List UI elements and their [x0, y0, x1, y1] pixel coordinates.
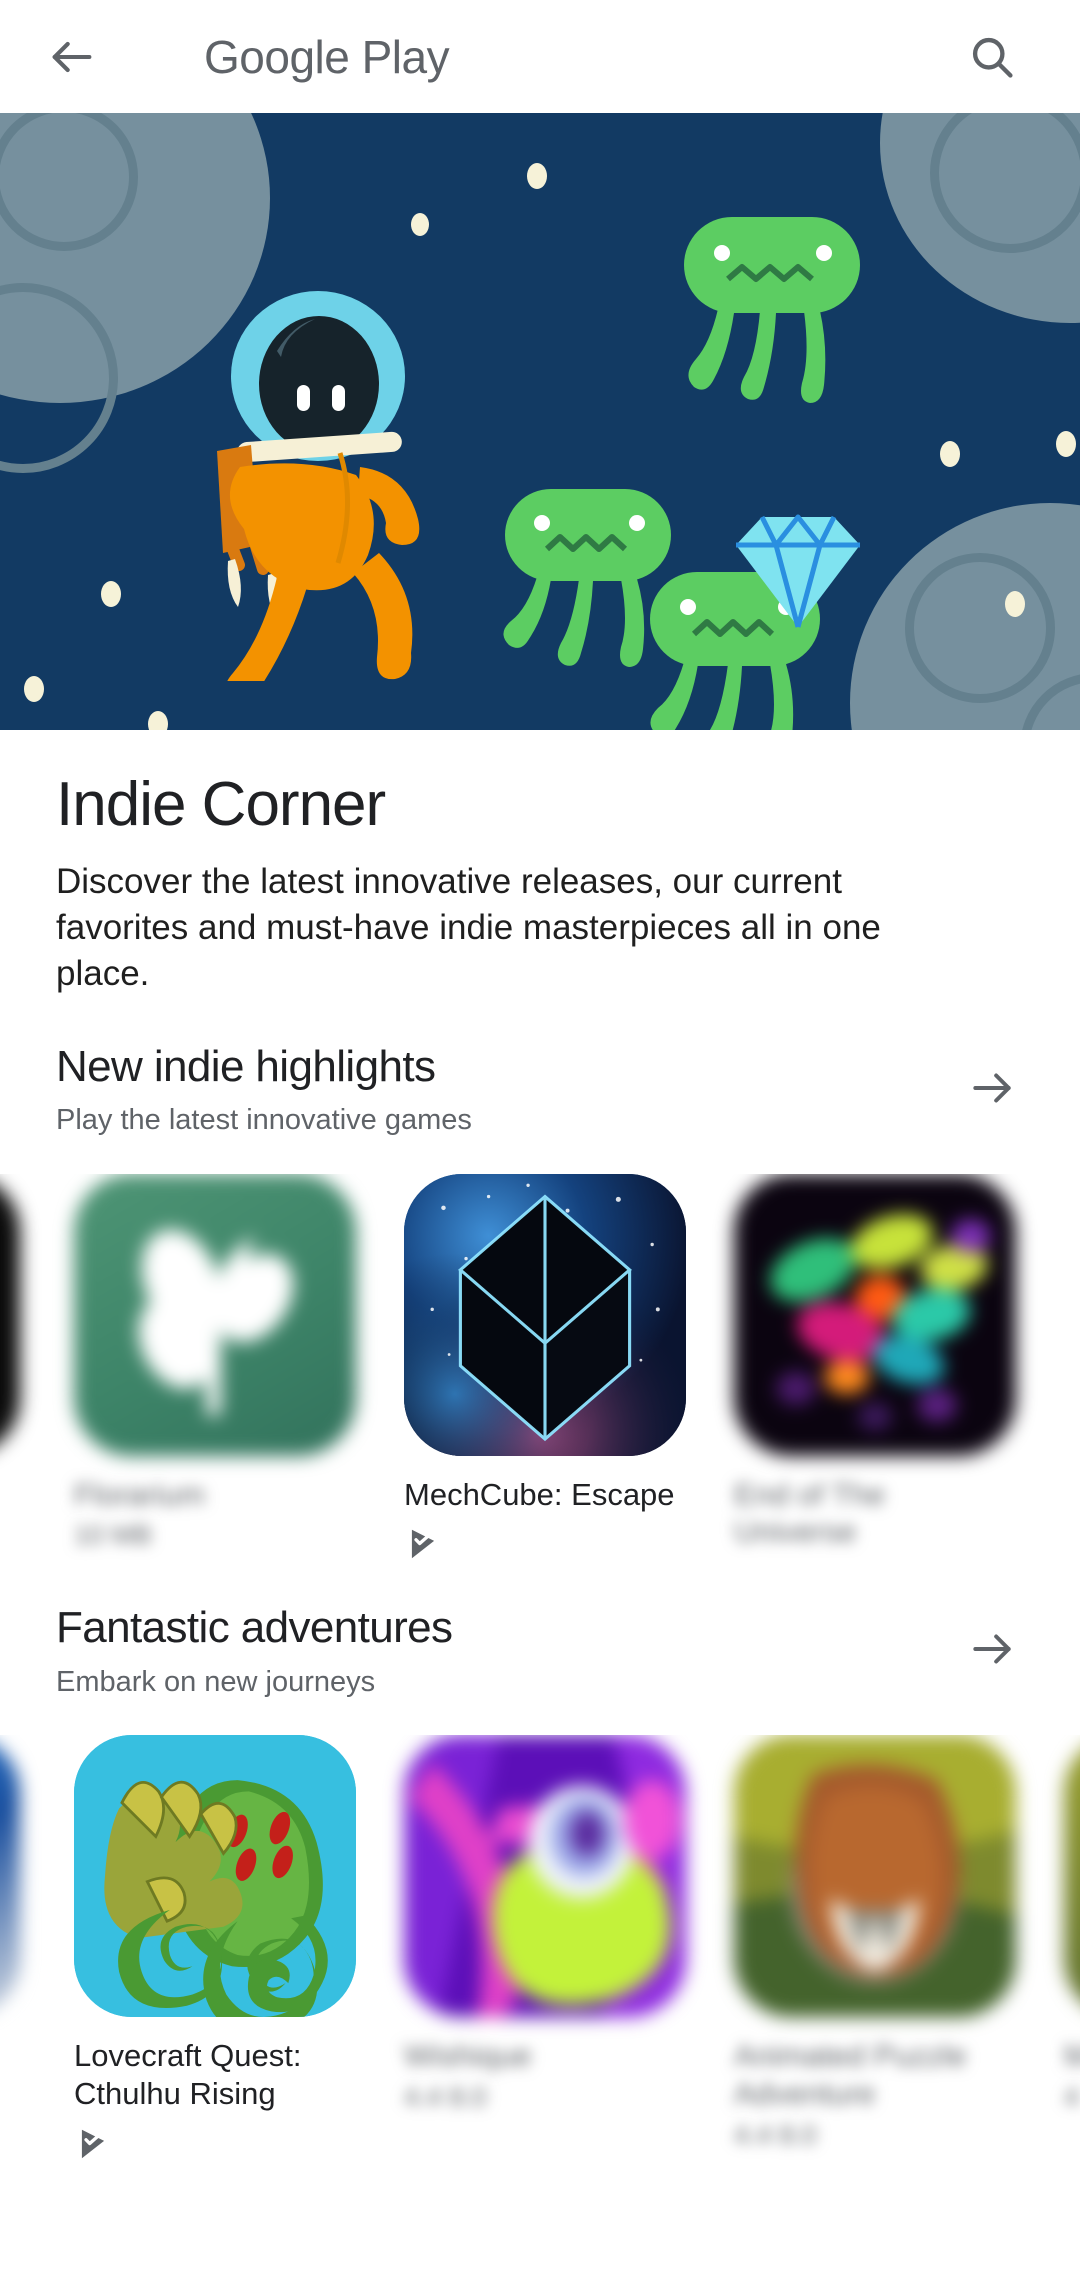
crater-icon [905, 553, 1055, 703]
section-subtitle: Embark on new journeys [56, 1666, 376, 1698]
section-subtitle: Play the latest innovative games [56, 1104, 472, 1137]
app-label: MechCube: Escape [404, 1476, 675, 1512]
app-card[interactable]: Florarium 10 MB [74, 1173, 356, 1554]
app-icon[interactable] [74, 1735, 356, 2018]
app-label: Wishique [404, 2038, 532, 2074]
arrow-right-icon[interactable] [960, 1056, 1024, 1120]
jellyfish-illustration [672, 213, 872, 423]
app-card[interactable] [0, 1735, 20, 2043]
app-label: End of The Universe [734, 1476, 886, 1550]
section-header-new-indie-highlights[interactable]: New indie highlights Play the latest inn… [0, 998, 1080, 1138]
star-icon [1056, 431, 1076, 457]
page-title-appbar: Google Play [204, 30, 450, 83]
star-icon [1005, 591, 1025, 617]
app-label: M [1064, 2038, 1080, 2074]
app-label: Lovecraft Quest: Cthulhu Rising [74, 2038, 302, 2112]
search-icon[interactable] [956, 21, 1028, 93]
diamond-icon [728, 511, 868, 631]
app-meta: 4.4 8.0 [404, 2082, 487, 2113]
star-icon [411, 213, 429, 236]
app-icon[interactable] [404, 1173, 686, 1456]
app-icon[interactable] [0, 1735, 20, 2018]
star-icon [527, 163, 547, 189]
astronaut-illustration [185, 281, 485, 700]
section-title: New indie highlights [56, 1041, 436, 1091]
arrow-right-icon[interactable] [960, 1617, 1024, 1681]
section-title: Fantastic adventures [56, 1603, 453, 1653]
app-icon[interactable] [404, 1735, 686, 2018]
app-label: Animated Puzzle Adventure [734, 2038, 967, 2112]
app-card-mechcube-escape[interactable]: MechCube: Escape [404, 1173, 686, 1564]
star-icon [101, 581, 121, 607]
app-card-lovecraft-quest[interactable]: Lovecraft Quest: Cthulhu Rising [74, 1735, 356, 2163]
app-carousel-new-indie-highlights[interactable]: Florarium 10 MB MechCube: Escape End of … [0, 1173, 1080, 1564]
page-title: Indie Corner [56, 770, 386, 839]
app-icon[interactable] [734, 1173, 1016, 1456]
page-description: Discover the latest innovative releases,… [56, 862, 881, 994]
app-card[interactable]: Wishique 4.4 8.0 [404, 1735, 686, 2115]
section-header-texts: Fantastic adventures Embark on new journ… [56, 1603, 453, 1699]
app-card[interactable]: End of The Universe [734, 1173, 1016, 1558]
page-content: Indie Corner Discover the latest innovat… [0, 730, 1080, 2163]
app-carousel-fantastic-adventures[interactable]: Lovecraft Quest: Cthulhu Rising Wishique… [0, 1735, 1080, 2163]
play-pass-badge-icon [74, 2125, 112, 2163]
play-pass-badge-icon [404, 1525, 442, 1563]
app-label: Florarium [74, 1476, 205, 1512]
app-icon[interactable] [1064, 1735, 1080, 2018]
app-icon[interactable] [0, 1173, 20, 1456]
app-icon[interactable] [74, 1173, 356, 1456]
app-meta: 4 [1064, 2082, 1080, 2113]
app-meta: 4.4 8.0 [734, 2119, 817, 2150]
star-icon [24, 676, 44, 702]
app-card[interactable]: Animated Puzzle Adventure 4.4 8.0 [734, 1735, 1016, 2152]
hero-banner [0, 113, 1080, 730]
section-header-fantastic-adventures[interactable]: Fantastic adventures Embark on new journ… [0, 1563, 1080, 1699]
app-icon[interactable] [734, 1735, 1016, 2018]
star-icon [148, 711, 168, 730]
star-icon [940, 441, 960, 467]
app-card[interactable]: M 4 [1064, 1735, 1080, 2115]
app-meta: 10 MB [74, 1520, 153, 1551]
app-card[interactable] [0, 1173, 20, 1482]
section-header-texts: New indie highlights Play the latest inn… [56, 1042, 472, 1138]
back-arrow-icon[interactable] [36, 21, 108, 93]
top-app-bar: Google Play [0, 0, 1080, 113]
